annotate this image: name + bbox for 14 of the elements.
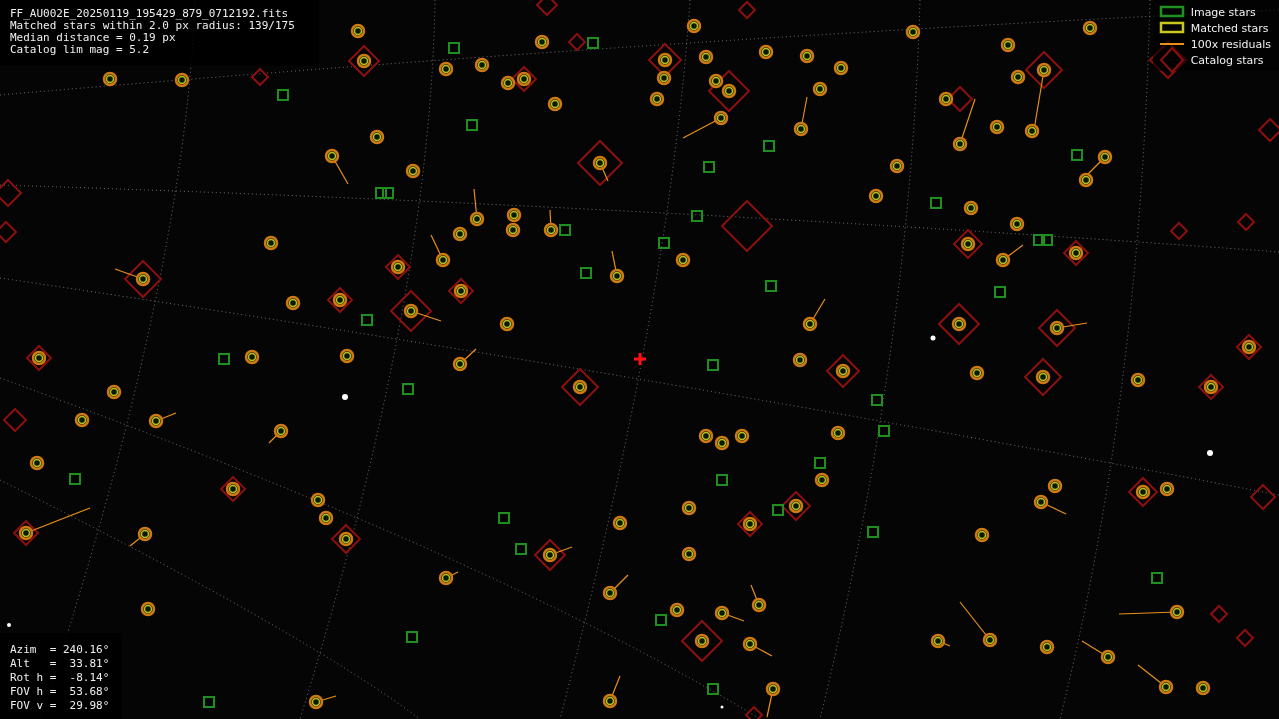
info-line: Matched stars within 2.0 px radius: 139/175: [10, 20, 296, 32]
legend-label: 100x residuals: [1190, 37, 1271, 51]
legend-label: Matched stars: [1190, 21, 1269, 35]
pointing-line: Alt = 33.81°: [10, 657, 111, 671]
pointing-line: Rot h = -8.14°: [10, 671, 111, 685]
pointing-line: Azim = 240.16°: [10, 643, 111, 657]
pointing-line: FOV h = 53.68°: [10, 685, 111, 699]
legend-label: Catalog stars: [1190, 53, 1264, 67]
info-line: Median distance = 0.19 px: [10, 32, 177, 44]
pointing-line: FOV v = 29.98°: [10, 699, 111, 713]
legend-label: Image stars: [1190, 5, 1256, 19]
info-line: FF_AU002E_20250119_195429_879_0712192.fits: [10, 8, 290, 20]
info-line: Catalog lim mag = 5.2: [10, 44, 151, 56]
cross-marker-icon: [633, 352, 647, 366]
